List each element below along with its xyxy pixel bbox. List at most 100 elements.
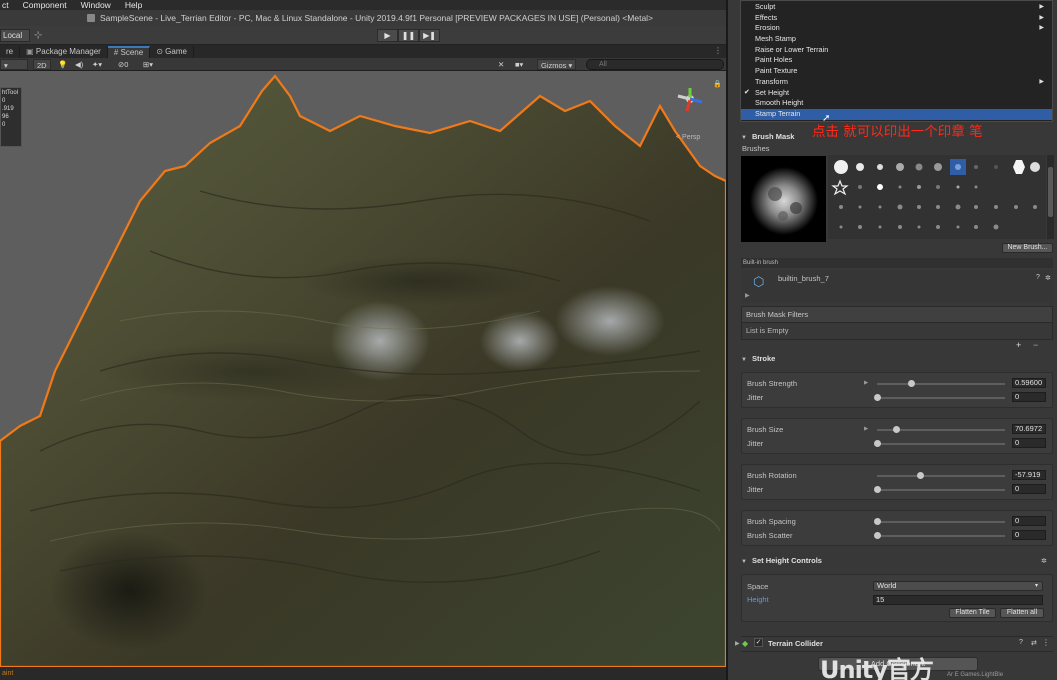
effects-icon[interactable]: ✦▾ <box>92 59 102 70</box>
remove-filter-button[interactable]: − <box>1033 340 1038 350</box>
menu-help[interactable]: Help <box>125 0 142 10</box>
brush-strength-field[interactable]: 0.59600 <box>1012 378 1046 388</box>
brush-spacing-label: Brush Spacing <box>747 517 796 526</box>
help-icon[interactable]: ? <box>1019 639 1023 646</box>
hidden-objects-toggle[interactable]: ⊘0 <box>118 59 128 70</box>
step-button[interactable]: ▶❚ <box>419 29 440 42</box>
pivot-local-toggle[interactable]: Local <box>0 29 30 42</box>
menu-edit-partial[interactable]: ct <box>2 0 9 10</box>
expand-triangle-icon[interactable]: ▶ <box>735 640 740 647</box>
filters-header: Brush Mask Filters <box>742 307 1052 323</box>
grid-snap-icon[interactable]: ⊹ <box>34 30 45 41</box>
kebab-menu-icon[interactable]: ⋮ <box>1042 638 1050 647</box>
brush-scatter-slider[interactable] <box>877 535 1005 537</box>
hidden-count: 0 <box>124 60 129 69</box>
menu-item-mesh-stamp[interactable]: Mesh Stamp <box>741 34 1052 45</box>
slider-knob[interactable] <box>892 426 900 433</box>
menu-item-set-height[interactable]: ✔ Set Height <box>741 88 1052 99</box>
new-brush-button[interactable]: New Brush... <box>1002 243 1053 253</box>
play-button[interactable]: ▶ <box>377 29 398 42</box>
scrollbar-thumb[interactable] <box>1048 167 1053 217</box>
collider-enabled-checkbox[interactable]: ✓ <box>754 638 763 647</box>
brush-strength-slider[interactable] <box>877 383 1005 385</box>
help-icon[interactable]: ? <box>1036 274 1040 281</box>
menu-item-transform[interactable]: Transform ▶ <box>741 77 1052 88</box>
slider-knob[interactable] <box>874 518 881 525</box>
scene-viewport[interactable]: htTool 0 .919 96 0 < Persp 🔒 <box>0 71 726 667</box>
menu-component[interactable]: Component <box>23 0 67 10</box>
shading-mode-dropdown[interactable]: ▾ <box>0 59 28 70</box>
rotation-jitter-field[interactable]: 0 <box>1012 484 1046 494</box>
overlay-title: htTool <box>2 90 19 96</box>
strength-jitter-slider[interactable] <box>877 397 1005 399</box>
expand-triangle-icon[interactable]: ▶ <box>864 426 868 432</box>
slider-knob[interactable] <box>917 472 925 479</box>
menu-item-effects[interactable]: Effects ▶ <box>741 13 1052 24</box>
slider-knob[interactable] <box>874 486 881 493</box>
gear-icon[interactable]: ✲ <box>1041 557 1047 565</box>
game-controller-icon: ⊙ <box>156 47 166 56</box>
slider-knob[interactable] <box>874 440 881 447</box>
scene-search-input[interactable]: All <box>586 59 724 70</box>
height-input[interactable]: 15 <box>873 595 1043 605</box>
brush-scatter-field[interactable]: 0 <box>1012 530 1046 540</box>
menu-window[interactable]: Window <box>81 0 111 10</box>
slider-knob[interactable] <box>874 532 881 539</box>
camera-icon[interactable]: ■▾ <box>515 59 523 70</box>
slider-knob[interactable] <box>908 380 916 387</box>
rotation-jitter-slider[interactable] <box>877 489 1005 491</box>
menu-item-paint-texture[interactable]: Paint Texture <box>741 66 1052 77</box>
strength-jitter-field[interactable]: 0 <box>1012 392 1046 402</box>
set-height-header[interactable]: ▼ Set Height Controls <box>741 555 822 567</box>
stroke-header[interactable]: ▼ Stroke <box>741 353 775 365</box>
slider-knob[interactable] <box>874 394 881 401</box>
brush-rotation-slider[interactable] <box>877 475 1005 477</box>
lock-icon[interactable]: 🔒 <box>713 80 722 88</box>
menu-item-stamp-terrain[interactable]: Stamp Terrain <box>741 108 1052 120</box>
flatten-tile-button[interactable]: Flatten Tile <box>949 608 996 618</box>
menu-item-raise-lower[interactable]: Raise or Lower Terrain <box>741 45 1052 56</box>
size-jitter-slider[interactable] <box>877 443 1005 445</box>
tools-icon[interactable]: ✕ <box>498 59 504 70</box>
brushes-label: Brushes <box>742 144 770 153</box>
menu-item-smooth-height[interactable]: Smooth Height <box>741 98 1052 109</box>
brush-rotation-field[interactable]: -57.919 <box>1012 470 1046 480</box>
preset-icon[interactable]: ⇄ <box>1031 639 1037 647</box>
persp-label[interactable]: < Persp <box>676 134 700 141</box>
kebab-menu-icon[interactable]: ⋮ <box>714 46 722 55</box>
toggle-2d-button[interactable]: 2D <box>33 59 51 70</box>
tab-scene[interactable]: # Scene <box>107 46 151 58</box>
gizmos-dropdown[interactable]: Gizmos ▾ <box>537 59 577 70</box>
size-jitter-field[interactable]: 0 <box>1012 438 1046 448</box>
grid-icon[interactable]: ⊞▾ <box>143 59 153 70</box>
menubar: ct Component Window Help <box>0 0 740 10</box>
menu-item-label: Transform <box>755 76 788 86</box>
scene-toolbar: ▾ 2D 💡 ◀) ✦▾ ⊘0 ⊞▾ ✕ ■▾ Gizmos ▾ All <box>0 58 726 71</box>
tab-game[interactable]: ⊙ Game <box>150 46 194 58</box>
brush-asset-name: builtin_brush_7 <box>778 274 829 283</box>
tab-label: Scene <box>120 48 144 57</box>
unity-logo-icon <box>86 14 95 22</box>
tab-package-manager[interactable]: ▣ Package Manager <box>20 46 108 58</box>
brush-size-field[interactable]: 70.6972 <box>1012 424 1046 434</box>
menu-item-paint-holes[interactable]: Paint Holes <box>741 55 1052 66</box>
brush-mask-header[interactable]: ▼ Brush Mask <box>741 131 794 143</box>
audio-icon[interactable]: ◀) <box>75 59 83 70</box>
brush-object-field[interactable]: ⬡ builtin_brush_7 ? ✲ ▶ <box>741 270 1053 303</box>
menu-item-label: Mesh Stamp <box>755 34 796 44</box>
menu-item-erosion[interactable]: Erosion ▶ <box>741 23 1052 34</box>
tab-hierarchy-partial[interactable]: re <box>0 46 21 58</box>
gear-icon[interactable]: ✲ <box>1045 274 1051 282</box>
lighting-icon[interactable]: 💡 <box>58 59 67 70</box>
brush-grid-scrollbar[interactable] <box>1047 155 1054 239</box>
brush-spacing-slider[interactable] <box>877 521 1005 523</box>
space-select[interactable]: World ▾ <box>873 581 1043 591</box>
expand-triangle-icon[interactable]: ▶ <box>745 292 750 299</box>
add-filter-button[interactable]: + <box>1016 340 1021 350</box>
brush-spacing-field[interactable]: 0 <box>1012 516 1046 526</box>
pause-button[interactable]: ❚❚ <box>398 29 419 42</box>
expand-triangle-icon[interactable]: ▶ <box>864 380 868 386</box>
flatten-all-button[interactable]: Flatten all <box>1000 608 1044 618</box>
brush-grid[interactable] <box>828 155 1046 239</box>
menu-item-sculpt[interactable]: Sculpt ▶ <box>741 2 1052 13</box>
